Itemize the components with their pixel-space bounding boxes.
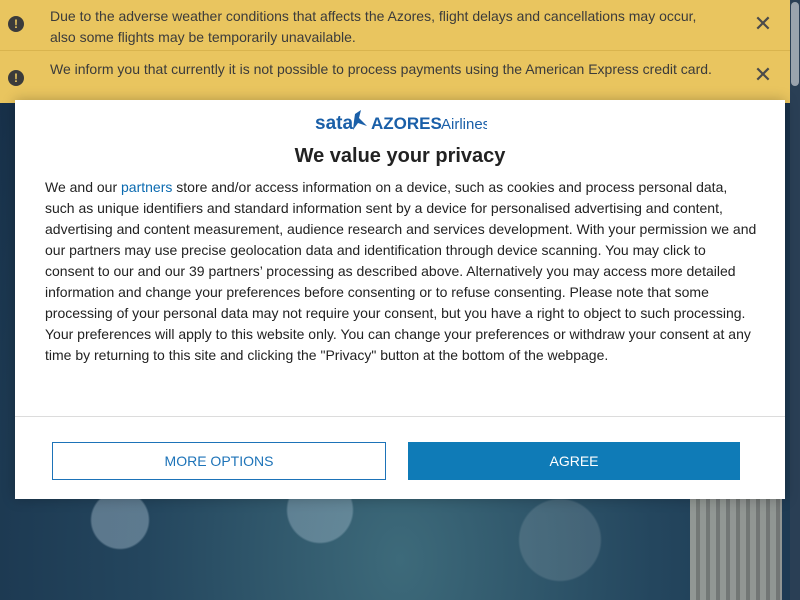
scrollbar[interactable] [790,0,800,600]
close-icon[interactable]: ✕ [753,13,773,35]
body-prefix: We and our [45,179,122,195]
weather-notice: ! Due to the adverse weather conditions … [0,0,790,50]
scrollbar-thumb[interactable] [791,2,799,86]
svg-text:AZORES: AZORES [371,114,442,133]
more-options-button[interactable]: MORE OPTIONS [52,442,386,480]
weather-notice-text: Due to the adverse weather conditions th… [50,8,697,45]
consent-description: We and our partners store and/or access … [45,177,757,366]
body-rest: store and/or access information on a dev… [45,179,757,363]
svg-text:Airlines: Airlines [441,116,487,133]
payment-notice: ! We inform you that currently it is not… [0,50,790,103]
dialog-title: We value your privacy [294,145,506,167]
privacy-consent-dialog: sata AZORES Airlines We value your priva… [15,100,785,499]
background-building [690,495,782,600]
sata-azores-airlines-logo: sata AZORES Airlines [315,110,487,134]
svg-text:sata: sata [315,113,353,134]
dialog-divider [15,416,785,417]
exclamation-circle-icon: ! [8,16,24,32]
partners-link[interactable]: partners [121,179,172,195]
close-icon[interactable]: ✕ [753,65,773,87]
agree-button[interactable]: AGREE [408,442,740,480]
exclamation-circle-icon: ! [8,70,24,86]
payment-notice-text: We inform you that currently it is not p… [50,61,712,77]
